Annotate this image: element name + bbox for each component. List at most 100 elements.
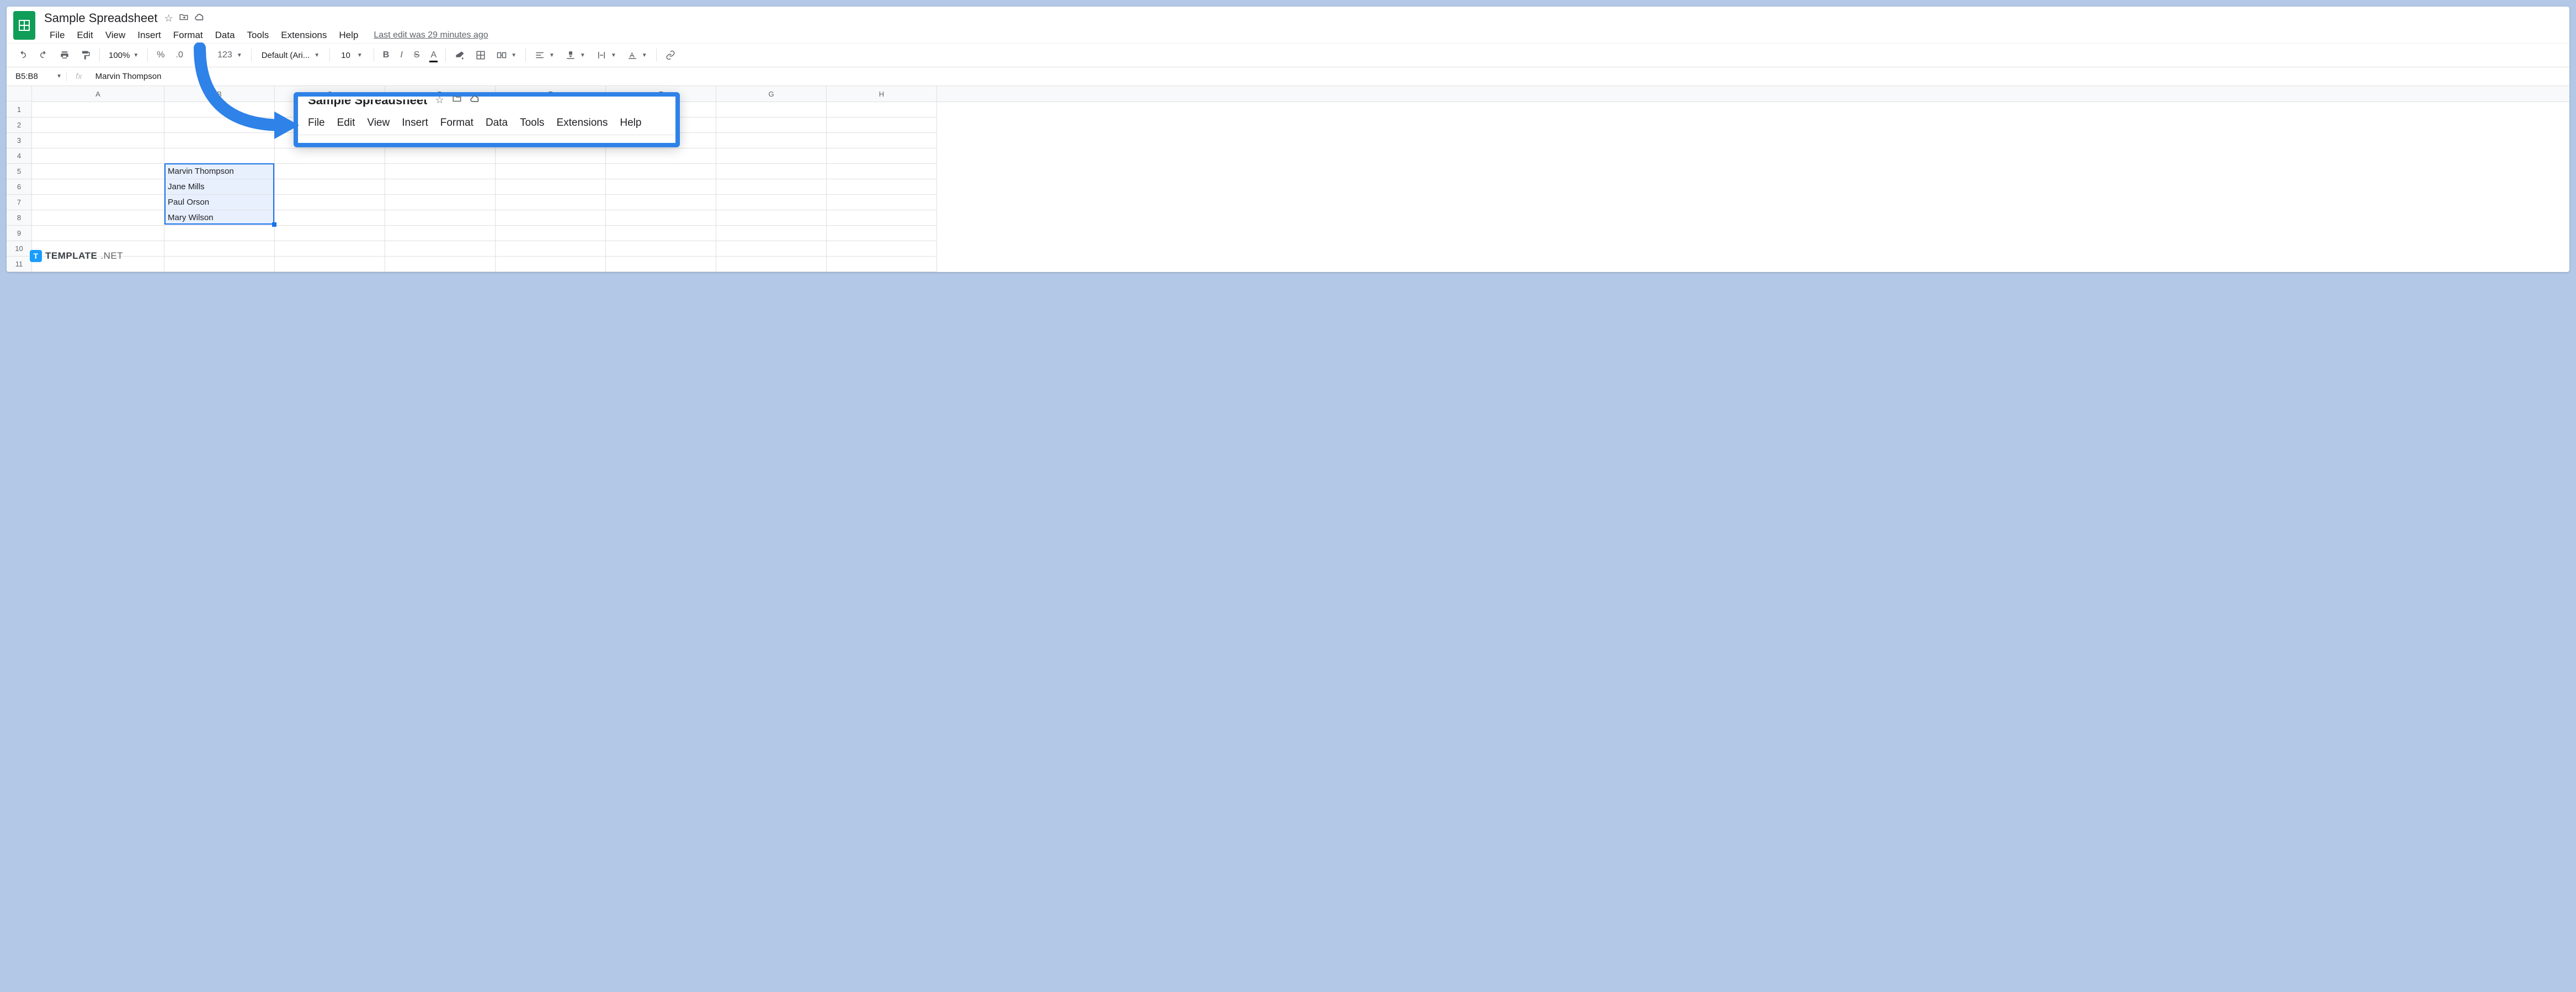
row-header-10[interactable]: 10	[7, 241, 32, 257]
cell-H10[interactable]	[827, 241, 937, 257]
column-header-H[interactable]: H	[827, 86, 937, 102]
callout-menu-data[interactable]: Data	[486, 117, 508, 129]
row-header-2[interactable]: 2	[7, 118, 32, 133]
cell-B1[interactable]	[164, 102, 275, 118]
cell-H4[interactable]	[827, 148, 937, 164]
menu-file[interactable]: File	[44, 28, 70, 43]
cell-B8[interactable]: Mary Wilson	[164, 210, 275, 226]
move-folder-icon[interactable]	[179, 12, 189, 25]
cell-H8[interactable]	[827, 210, 937, 226]
cell-B5[interactable]: Marvin Thompson	[164, 164, 275, 179]
menu-data[interactable]: Data	[210, 28, 241, 43]
cell-B10[interactable]	[164, 241, 275, 257]
text-color-button[interactable]: A	[426, 47, 441, 63]
cell-G2[interactable]	[716, 118, 827, 133]
fill-color-button[interactable]	[450, 47, 469, 63]
cell-C10[interactable]	[275, 241, 385, 257]
cell-H1[interactable]	[827, 102, 937, 118]
cell-A9[interactable]	[32, 226, 164, 241]
row-header-9[interactable]: 9	[7, 226, 32, 241]
callout-menu-format[interactable]: Format	[440, 117, 473, 129]
cell-E6[interactable]	[496, 179, 606, 195]
cell-B6[interactable]: Jane Mills	[164, 179, 275, 195]
cell-G7[interactable]	[716, 195, 827, 210]
row-header-5[interactable]: 5	[7, 164, 32, 179]
vertical-align-button[interactable]: ▼	[561, 47, 590, 63]
menu-extensions[interactable]: Extensions	[275, 28, 332, 43]
borders-button[interactable]	[471, 47, 490, 63]
menu-tools[interactable]: Tools	[242, 28, 275, 43]
cell-H5[interactable]	[827, 164, 937, 179]
text-wrap-button[interactable]: ▼	[592, 47, 621, 63]
redo-button[interactable]	[34, 47, 53, 63]
cell-C5[interactable]	[275, 164, 385, 179]
callout-menu-tools[interactable]: Tools	[520, 117, 544, 129]
callout-menu-file[interactable]: File	[308, 117, 325, 129]
cell-G6[interactable]	[716, 179, 827, 195]
document-title[interactable]: Sample Spreadsheet	[44, 11, 157, 25]
cell-G4[interactable]	[716, 148, 827, 164]
row-header-4[interactable]: 4	[7, 148, 32, 164]
cell-A7[interactable]	[32, 195, 164, 210]
zoom-dropdown[interactable]: 100%▼	[104, 49, 143, 62]
cell-F7[interactable]	[606, 195, 716, 210]
formula-input[interactable]: Marvin Thompson	[91, 70, 2565, 83]
cell-A6[interactable]	[32, 179, 164, 195]
text-rotation-button[interactable]: ▼	[623, 47, 652, 63]
cell-E8[interactable]	[496, 210, 606, 226]
bold-button[interactable]: B	[379, 47, 394, 63]
row-header-11[interactable]: 11	[7, 257, 32, 272]
cell-G8[interactable]	[716, 210, 827, 226]
cell-B4[interactable]	[164, 148, 275, 164]
cell-D8[interactable]	[385, 210, 496, 226]
column-header-A[interactable]: A	[32, 86, 164, 102]
cell-F10[interactable]	[606, 241, 716, 257]
cell-G5[interactable]	[716, 164, 827, 179]
cell-D11[interactable]	[385, 257, 496, 272]
cell-E9[interactable]	[496, 226, 606, 241]
callout-menu-view[interactable]: View	[367, 117, 390, 129]
merge-cells-button[interactable]: ▼	[492, 47, 521, 63]
print-button[interactable]	[55, 47, 74, 63]
cell-C9[interactable]	[275, 226, 385, 241]
cell-F5[interactable]	[606, 164, 716, 179]
cell-C6[interactable]	[275, 179, 385, 195]
cell-A2[interactable]	[32, 118, 164, 133]
cell-E10[interactable]	[496, 241, 606, 257]
font-size-dropdown[interactable]: 10▼	[334, 49, 369, 62]
format-123-button[interactable]: 123▼	[213, 47, 247, 63]
callout-menu-help[interactable]: Help	[620, 117, 641, 129]
undo-button[interactable]	[13, 47, 32, 63]
cell-H7[interactable]	[827, 195, 937, 210]
cell-D4[interactable]	[385, 148, 496, 164]
row-header-8[interactable]: 8	[7, 210, 32, 226]
row-header-3[interactable]: 3	[7, 133, 32, 148]
format-percent-button[interactable]: %	[152, 47, 169, 63]
cell-G9[interactable]	[716, 226, 827, 241]
decrease-decimal-button[interactable]: .0	[172, 47, 188, 63]
cell-A3[interactable]	[32, 133, 164, 148]
cell-C7[interactable]	[275, 195, 385, 210]
increase-decimal-button[interactable]: .00	[190, 47, 211, 63]
row-header-7[interactable]: 7	[7, 195, 32, 210]
cell-G10[interactable]	[716, 241, 827, 257]
menu-insert[interactable]: Insert	[132, 28, 167, 43]
cell-F11[interactable]	[606, 257, 716, 272]
callout-menu-insert[interactable]: Insert	[402, 117, 428, 129]
cell-F4[interactable]	[606, 148, 716, 164]
cell-H11[interactable]	[827, 257, 937, 272]
cell-D9[interactable]	[385, 226, 496, 241]
cell-H6[interactable]	[827, 179, 937, 195]
cell-C4[interactable]	[275, 148, 385, 164]
menu-format[interactable]: Format	[168, 28, 209, 43]
cell-B3[interactable]	[164, 133, 275, 148]
font-dropdown[interactable]: Default (Ari...▼	[256, 49, 325, 62]
cell-A5[interactable]	[32, 164, 164, 179]
column-header-G[interactable]: G	[716, 86, 827, 102]
cell-B2[interactable]	[164, 118, 275, 133]
cell-B9[interactable]	[164, 226, 275, 241]
cell-D6[interactable]	[385, 179, 496, 195]
cell-C8[interactable]	[275, 210, 385, 226]
insert-link-button[interactable]	[661, 47, 680, 63]
horizontal-align-button[interactable]: ▼	[530, 47, 559, 63]
